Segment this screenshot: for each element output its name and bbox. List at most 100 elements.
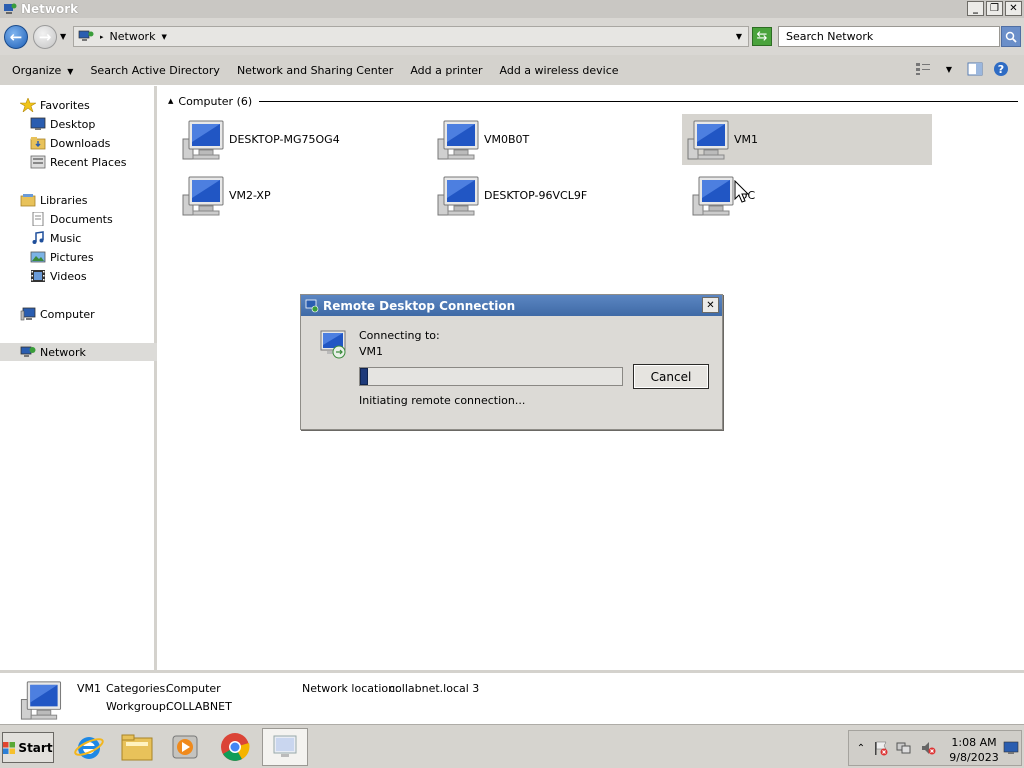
command-bar: Organize ▼ Search Active Directory Networ… bbox=[0, 55, 1024, 85]
file-explorer-taskbar-icon[interactable] bbox=[114, 728, 160, 766]
close-button[interactable]: ✕ bbox=[1005, 1, 1022, 16]
group-divider bbox=[259, 100, 1018, 102]
nav-documents[interactable]: Documents bbox=[0, 210, 157, 228]
show-hidden-icons-icon[interactable]: ⌃ bbox=[853, 740, 869, 756]
computer-name: DESKTOP-MG75OG4 bbox=[229, 133, 340, 146]
breadcrumb-separator-icon[interactable]: ▸ bbox=[100, 33, 104, 41]
nav-downloads-label: Downloads bbox=[50, 136, 111, 150]
star-icon bbox=[20, 98, 36, 112]
music-icon bbox=[32, 231, 44, 244]
recent-pages-dropdown-icon[interactable]: ▼ bbox=[60, 32, 66, 41]
internet-explorer-taskbar-icon[interactable] bbox=[66, 728, 112, 766]
view-options-icon[interactable] bbox=[914, 61, 932, 77]
nav-favorites[interactable]: Favorites bbox=[0, 96, 157, 114]
volume-muted-icon[interactable] bbox=[920, 740, 936, 756]
dialog-title-bar[interactable]: Remote Desktop Connection ✕ bbox=[301, 295, 722, 316]
search-input[interactable]: Search Network bbox=[778, 26, 1000, 47]
add-printer-button[interactable]: Add a printer bbox=[410, 64, 482, 77]
remote-computer-icon bbox=[320, 330, 346, 359]
network-location-label: Network location: bbox=[302, 682, 399, 695]
clock-time: 1:08 AM bbox=[951, 736, 997, 749]
dialog-title: Remote Desktop Connection bbox=[323, 298, 516, 313]
downloads-folder-icon bbox=[30, 137, 46, 150]
computer-icon bbox=[182, 176, 224, 215]
windows-flag-icon bbox=[3, 741, 16, 754]
help-icon[interactable]: ? bbox=[992, 61, 1010, 77]
nav-libraries-label: Libraries bbox=[40, 193, 88, 207]
computer-icon bbox=[20, 681, 62, 720]
desktop-icon bbox=[30, 117, 46, 130]
computer-item[interactable]: DESKTOP-MG75OG4 bbox=[160, 114, 410, 165]
workgroup-label: Workgroup: bbox=[106, 700, 170, 713]
network-status-icon[interactable] bbox=[896, 740, 912, 756]
search-active-directory-button[interactable]: Search Active Directory bbox=[90, 64, 220, 77]
connecting-label: Connecting to: bbox=[359, 329, 440, 342]
nav-computer[interactable]: Computer bbox=[0, 305, 157, 323]
media-player-taskbar-icon[interactable] bbox=[162, 728, 208, 766]
collapse-icon[interactable]: ▲ bbox=[168, 97, 173, 105]
window-title-bar[interactable]: Network _ ❐ ✕ bbox=[0, 0, 1024, 18]
cancel-button[interactable]: Cancel bbox=[633, 364, 709, 389]
computer-item-selected[interactable]: VM1 bbox=[682, 114, 932, 165]
search-icon[interactable] bbox=[1001, 26, 1021, 47]
organize-button[interactable]: Organize ▼ bbox=[12, 64, 73, 77]
nav-recent-label: Recent Places bbox=[50, 155, 127, 169]
clock[interactable]: 1:08 AM 9/8/2023 bbox=[946, 735, 1002, 765]
computer-icon bbox=[182, 120, 224, 159]
computer-item[interactable]: DESKTOP-96VCL9F bbox=[415, 170, 665, 221]
progress-fill bbox=[360, 368, 368, 385]
computer-icon bbox=[437, 120, 479, 159]
breadcrumb-network[interactable]: Network bbox=[110, 30, 156, 43]
remote-desktop-dialog: Remote Desktop Connection ✕ Connecting t… bbox=[300, 294, 723, 430]
restore-button[interactable]: ❐ bbox=[986, 1, 1003, 16]
nav-libraries[interactable]: Libraries bbox=[0, 191, 157, 209]
refresh-icon[interactable]: ⇆ bbox=[752, 27, 772, 46]
connection-progress-bar bbox=[359, 367, 623, 386]
remote-desktop-icon bbox=[305, 299, 319, 312]
nav-music[interactable]: Music bbox=[0, 229, 157, 247]
nav-music-label: Music bbox=[50, 231, 82, 245]
computer-name: VM2-XP bbox=[229, 189, 271, 202]
view-dropdown-icon[interactable]: ▼ bbox=[940, 61, 958, 77]
nav-pictures-label: Pictures bbox=[50, 250, 94, 264]
minimize-button[interactable]: _ bbox=[967, 1, 984, 16]
categories-label: Categories: bbox=[106, 682, 169, 695]
nav-videos[interactable]: Videos bbox=[0, 267, 157, 285]
forward-button[interactable]: → bbox=[33, 25, 57, 49]
nav-recent-places[interactable]: Recent Places bbox=[0, 153, 157, 171]
videos-icon bbox=[31, 270, 45, 282]
chrome-taskbar-icon[interactable] bbox=[212, 728, 258, 766]
preview-pane-icon[interactable] bbox=[966, 61, 984, 77]
start-button[interactable]: Start bbox=[2, 732, 54, 763]
computer-icon bbox=[20, 307, 36, 321]
pictures-icon bbox=[30, 251, 46, 263]
computer-item[interactable]: VM2-XP bbox=[160, 170, 410, 221]
address-dropdown-icon[interactable]: ▼ bbox=[736, 32, 742, 41]
recent-places-icon bbox=[30, 155, 46, 169]
address-bar[interactable]: ▸ Network ▼ ▼ bbox=[73, 26, 749, 47]
nav-network[interactable]: Network bbox=[0, 343, 157, 361]
chevron-down-icon: ▼ bbox=[67, 66, 74, 76]
nav-desktop[interactable]: Desktop bbox=[0, 115, 157, 133]
computer-item[interactable]: VM0B0T bbox=[415, 114, 665, 165]
show-desktop-icon[interactable] bbox=[1003, 740, 1019, 756]
add-wireless-device-button[interactable]: Add a wireless device bbox=[500, 64, 619, 77]
network-sharing-center-button[interactable]: Network and Sharing Center bbox=[237, 64, 393, 77]
group-header[interactable]: ▲ Computer (6) bbox=[168, 94, 1018, 108]
computer-name: VM1 bbox=[734, 133, 759, 146]
computer-item[interactable]: DC bbox=[670, 170, 920, 221]
nav-network-label: Network bbox=[40, 345, 86, 359]
nav-pictures[interactable]: Pictures bbox=[0, 248, 157, 266]
network-location-icon bbox=[78, 30, 94, 41]
nav-downloads[interactable]: Downloads bbox=[0, 134, 157, 152]
group-header-label: Computer (6) bbox=[178, 94, 253, 108]
back-button[interactable]: ← bbox=[4, 25, 28, 49]
mouse-cursor-icon bbox=[734, 180, 750, 203]
dialog-close-button[interactable]: ✕ bbox=[702, 297, 719, 313]
connection-status: Initiating remote connection... bbox=[359, 394, 526, 407]
details-pane: VM1 Categories: Computer Workgroup: COLL… bbox=[0, 670, 1024, 724]
remote-desktop-taskbar-icon[interactable] bbox=[262, 728, 308, 766]
nav-desktop-label: Desktop bbox=[50, 117, 96, 131]
breadcrumb-dropdown-icon[interactable]: ▼ bbox=[161, 33, 166, 41]
action-center-flag-icon[interactable] bbox=[873, 740, 889, 756]
